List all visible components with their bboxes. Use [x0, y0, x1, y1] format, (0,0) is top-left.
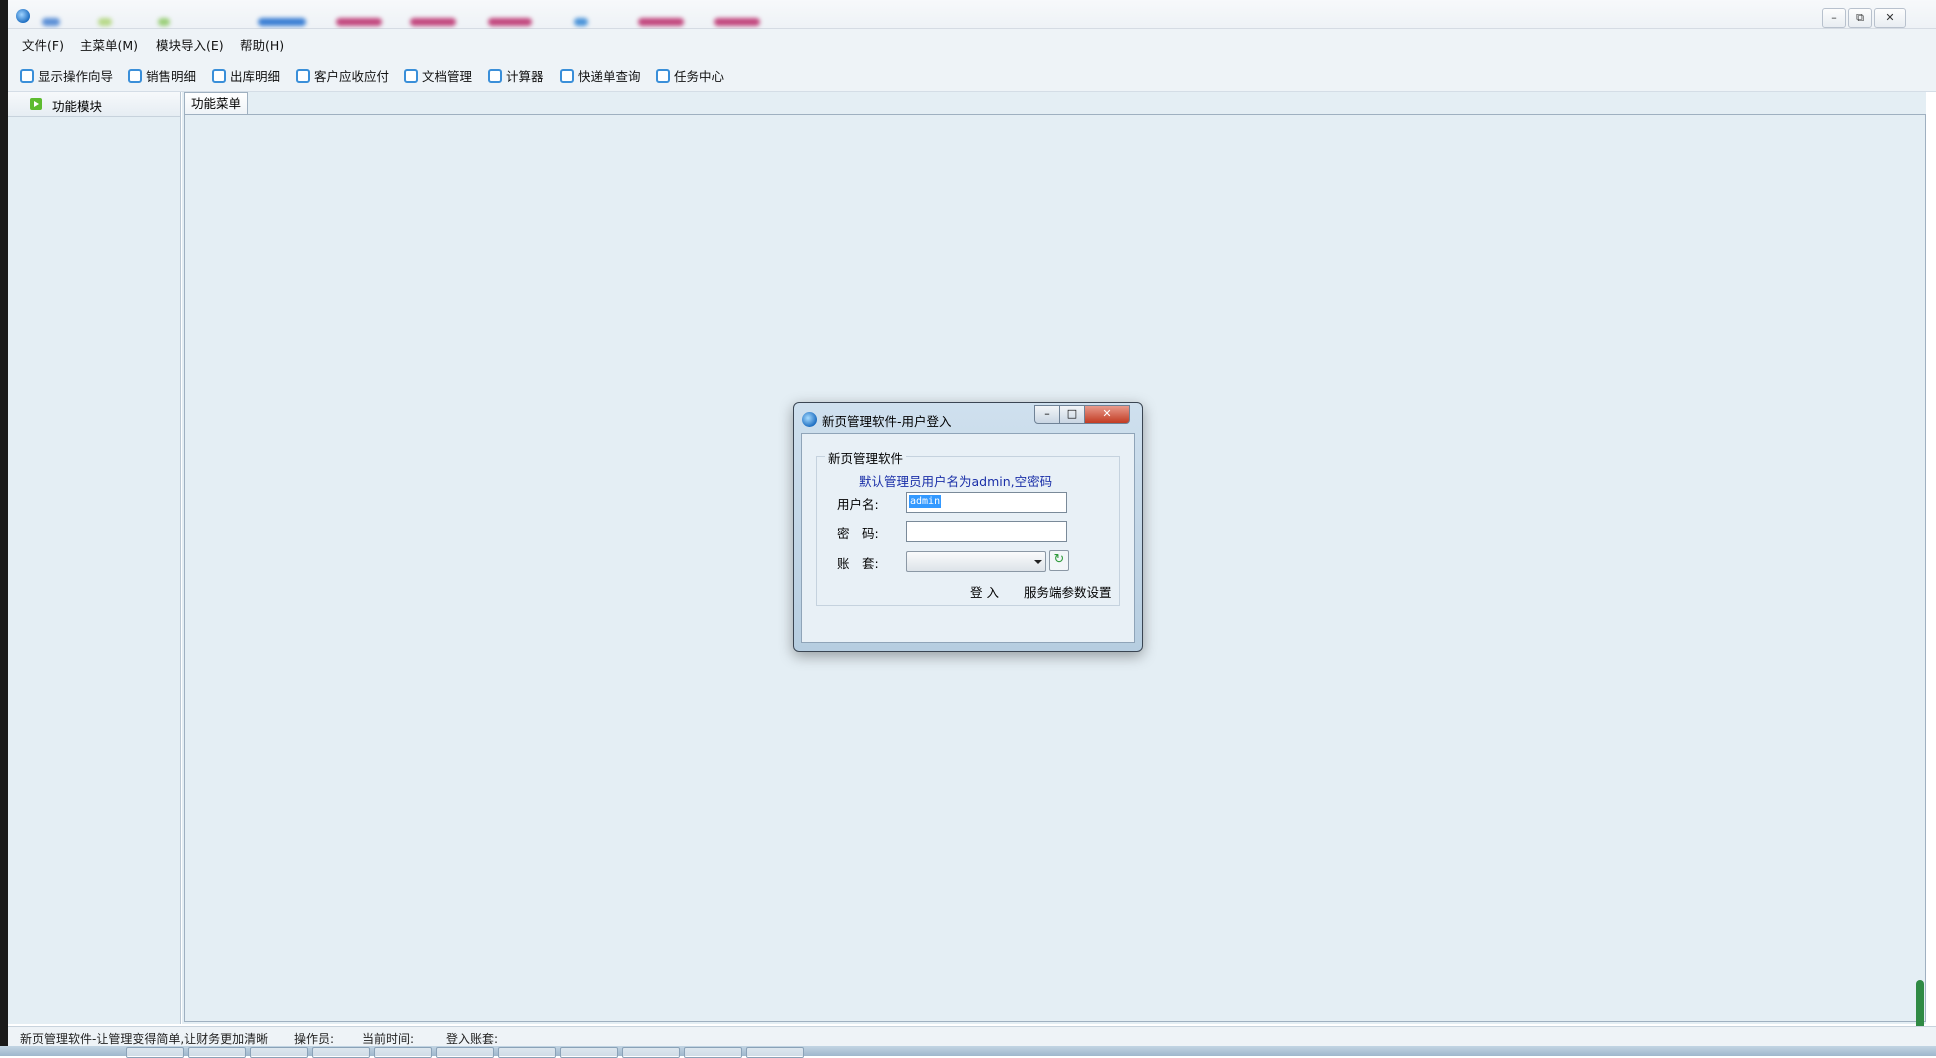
dialog-body: 新页管理软件 默认管理员用户名为admin,空密码 用户名: admin 密 码… [801, 433, 1135, 643]
menu-bar: 文件(F) 主菜单(M) 模块导入(E) 帮助(H) [8, 29, 1936, 57]
taskbar [0, 1046, 1936, 1058]
dialog-minimize-button[interactable]: – [1034, 405, 1060, 424]
menu-help[interactable]: 帮助(H) [240, 35, 284, 54]
sidebar-header[interactable]: 功能模块 [8, 92, 180, 117]
window-edge [0, 0, 8, 1056]
taskbar-button[interactable] [746, 1047, 804, 1058]
account-label: 账 套: [837, 556, 879, 571]
menu-main[interactable]: 主菜单(M) [80, 35, 138, 54]
login-button[interactable]: 登 入 [970, 582, 999, 601]
group-title: 新页管理软件 [825, 448, 907, 467]
sidebar: 功能模块 [8, 92, 181, 1024]
tool-calculator[interactable]: 计算器 [488, 66, 544, 85]
dialog-title: 新页管理软件-用户登入 [822, 414, 952, 429]
status-bar: 新页管理软件-让管理变得简单,让财务更加清晰 操作员: 当前时间: 登入账套: [8, 1026, 1936, 1047]
outbound-icon [212, 68, 226, 83]
play-icon [30, 98, 42, 110]
status-slogan: 新页管理软件-让管理变得简单,让财务更加清晰 [20, 1032, 269, 1046]
username-field[interactable]: admin [906, 492, 1067, 513]
calculator-icon [488, 68, 502, 83]
dialog-maximize-button[interactable]: □ [1059, 405, 1085, 424]
taskbar-button[interactable] [126, 1047, 184, 1058]
tool-label: 计算器 [506, 69, 544, 84]
menu-file[interactable]: 文件(F) [22, 35, 64, 54]
login-hint: 默认管理员用户名为admin,空密码 [859, 474, 1053, 489]
tool-label: 销售明细 [146, 69, 197, 84]
receivables-icon [296, 68, 310, 83]
express-icon [560, 68, 574, 83]
refresh-account-button[interactable]: ↻ [1049, 550, 1069, 571]
title-bar-blurred-area [38, 14, 778, 28]
title-bar: – ⧉ ✕ [8, 0, 1936, 29]
tool-sales-detail[interactable]: 销售明细 [128, 66, 196, 85]
account-select[interactable] [906, 551, 1046, 572]
tool-label: 文档管理 [422, 69, 473, 84]
tool-task-center[interactable]: 任务中心 [656, 66, 724, 85]
tool-document-management[interactable]: 文档管理 [404, 66, 472, 85]
toolbar: 显示操作向导 销售明细 出库明细 客户应收应付 文档管理 计算器 快递单查询 任… [8, 57, 1936, 92]
taskbar-button[interactable] [188, 1047, 246, 1058]
taskbar-button[interactable] [250, 1047, 308, 1058]
close-button[interactable]: ✕ [1874, 8, 1906, 28]
tool-label: 客户应收应付 [314, 69, 390, 84]
username-label: 用户名: [837, 497, 879, 512]
dialog-logo-icon [802, 412, 817, 427]
menu-module-import[interactable]: 模块导入(E) [156, 35, 224, 54]
tool-label: 快递单查询 [578, 69, 641, 84]
taskbar-button[interactable] [312, 1047, 370, 1058]
taskbar-button[interactable] [498, 1047, 556, 1058]
taskbar-button[interactable] [684, 1047, 742, 1058]
sales-icon [128, 68, 142, 83]
tool-receivables-payables[interactable]: 客户应收应付 [296, 66, 389, 85]
tool-show-wizard[interactable]: 显示操作向导 [20, 66, 113, 85]
wizard-icon [20, 68, 34, 83]
app-window: – ⧉ ✕ 文件(F) 主菜单(M) 模块导入(E) 帮助(H) 显示操作向导 … [0, 0, 1936, 1058]
username-value: admin [909, 495, 942, 508]
tool-express-query[interactable]: 快递单查询 [560, 66, 641, 85]
chevron-down-icon [1034, 560, 1042, 564]
restore-button[interactable]: ⧉ [1848, 8, 1872, 28]
password-label: 密 码: [837, 526, 879, 541]
taskbar-button[interactable] [436, 1047, 494, 1058]
login-dialog: 新页管理软件-用户登入 – □ ✕ 新页管理软件 默认管理员用户名为admin,… [793, 402, 1143, 652]
app-logo-icon [16, 9, 30, 23]
tool-label: 显示操作向导 [38, 69, 114, 84]
status-account: 登入账套: [446, 1032, 499, 1046]
taskbar-button[interactable] [560, 1047, 618, 1058]
taskbar-button[interactable] [374, 1047, 432, 1058]
password-field[interactable] [906, 521, 1067, 542]
task-icon [656, 68, 670, 83]
status-operator: 操作员: [294, 1032, 335, 1046]
tool-outbound-detail[interactable]: 出库明细 [212, 66, 280, 85]
document-icon [404, 68, 418, 83]
tab-function-menu[interactable]: 功能菜单 [184, 92, 248, 115]
minimize-button[interactable]: – [1822, 8, 1846, 28]
dialog-close-button[interactable]: ✕ [1084, 405, 1130, 424]
tool-label: 任务中心 [674, 69, 725, 84]
taskbar-button[interactable] [622, 1047, 680, 1058]
sidebar-header-label: 功能模块 [52, 99, 103, 114]
refresh-icon: ↻ [1053, 552, 1065, 567]
status-time: 当前时间: [362, 1032, 415, 1046]
server-settings-button[interactable]: 服务端参数设置 [1024, 582, 1112, 601]
tool-label: 出库明细 [230, 69, 281, 84]
